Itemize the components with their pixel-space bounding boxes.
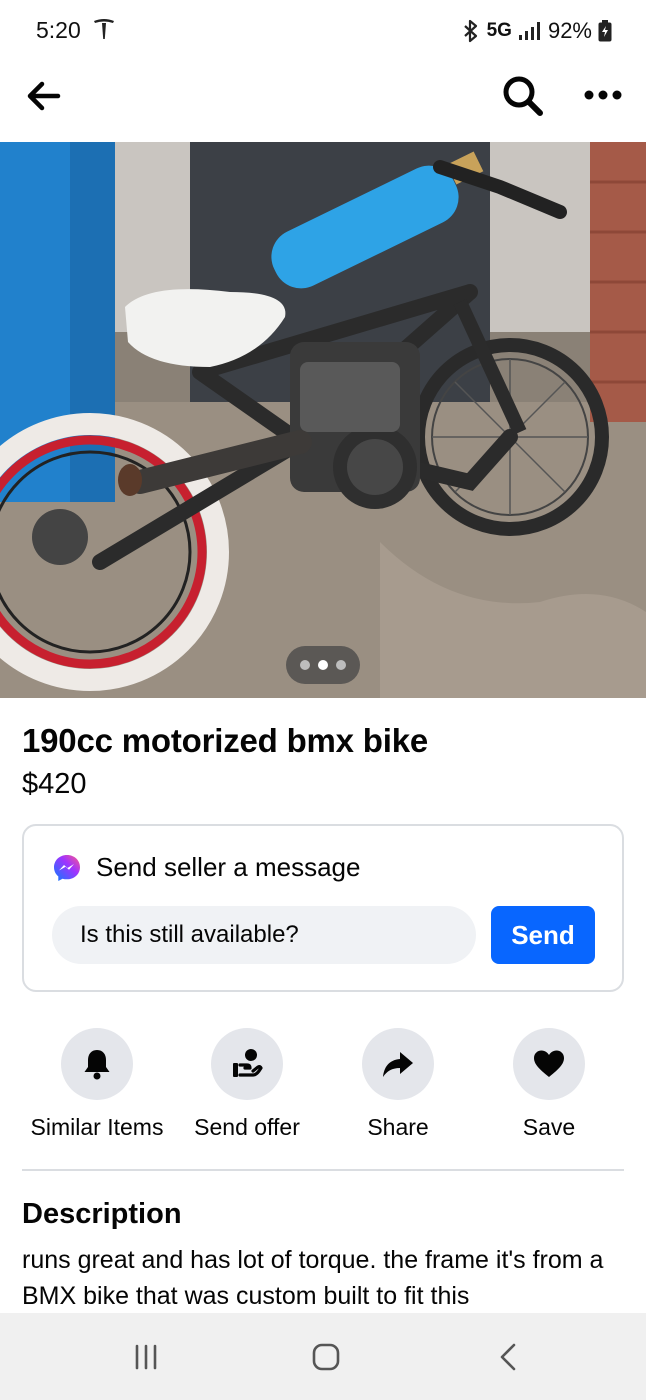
carousel-dot <box>336 660 346 670</box>
listing-title: 190cc motorized bmx bike <box>22 722 429 759</box>
message-input[interactable]: Is this still available? <box>52 906 476 964</box>
message-header: Send seller a message <box>52 852 360 883</box>
top-navigation <box>0 62 646 142</box>
save-circle[interactable] <box>513 1028 585 1100</box>
more-horizontal-icon[interactable] <box>580 80 626 110</box>
action-row: Similar Items Send offer Share Save <box>0 1028 646 1148</box>
save-label: Save <box>522 1114 576 1140</box>
send-offer-label: Send offer <box>194 1114 300 1140</box>
carousel-dot <box>300 660 310 670</box>
status-indicators: 5G 92% <box>461 17 612 45</box>
status-bar: 5:20 5G 92% <box>0 0 646 62</box>
system-navigation-bar <box>0 1313 646 1400</box>
description-heading: Description <box>22 1198 182 1230</box>
battery-percent: 92% <box>547 18 592 43</box>
bluetooth-icon <box>463 19 477 43</box>
share-arrow-icon <box>383 1052 413 1077</box>
share-label: Share <box>367 1114 429 1140</box>
send-button[interactable]: Send <box>491 906 595 964</box>
back-chevron-icon[interactable] <box>497 1342 519 1372</box>
heart-icon <box>534 1050 564 1077</box>
listing-price: $420 <box>22 768 87 800</box>
battery-charging-icon <box>598 20 612 42</box>
save-button[interactable]: Save <box>474 1028 624 1141</box>
signal-icon <box>518 22 540 40</box>
tesla-logo-icon <box>94 19 114 39</box>
share-circle[interactable] <box>362 1028 434 1100</box>
carousel-indicator <box>286 646 360 684</box>
listing-photo[interactable] <box>0 142 646 698</box>
home-icon[interactable] <box>311 1342 341 1372</box>
network-type: 5G <box>486 20 512 41</box>
hand-offer-icon <box>233 1049 263 1077</box>
carousel-dot-active <box>318 660 328 670</box>
search-icon[interactable] <box>500 74 546 118</box>
message-seller-card: Send seller a message Is this still avai… <box>22 824 624 992</box>
messenger-icon <box>54 854 80 881</box>
bell-icon <box>84 1050 110 1080</box>
send-offer-button[interactable]: Send offer <box>172 1028 322 1141</box>
similar-items-circle[interactable] <box>61 1028 133 1100</box>
status-time: 5:20 <box>36 17 81 43</box>
similar-items-label: Similar Items <box>30 1114 164 1140</box>
similar-items-button[interactable]: Similar Items <box>22 1028 172 1141</box>
divider <box>22 1169 624 1171</box>
share-button[interactable]: Share <box>323 1028 473 1141</box>
description-text: runs great and has lot of torque. the fr… <box>22 1246 604 1310</box>
message-header-text: Send seller a message <box>96 852 361 882</box>
bike-photo-illustration <box>0 142 646 698</box>
send-offer-circle[interactable] <box>211 1028 283 1100</box>
recents-icon[interactable] <box>132 1343 160 1371</box>
arrow-left-icon[interactable] <box>24 78 64 114</box>
